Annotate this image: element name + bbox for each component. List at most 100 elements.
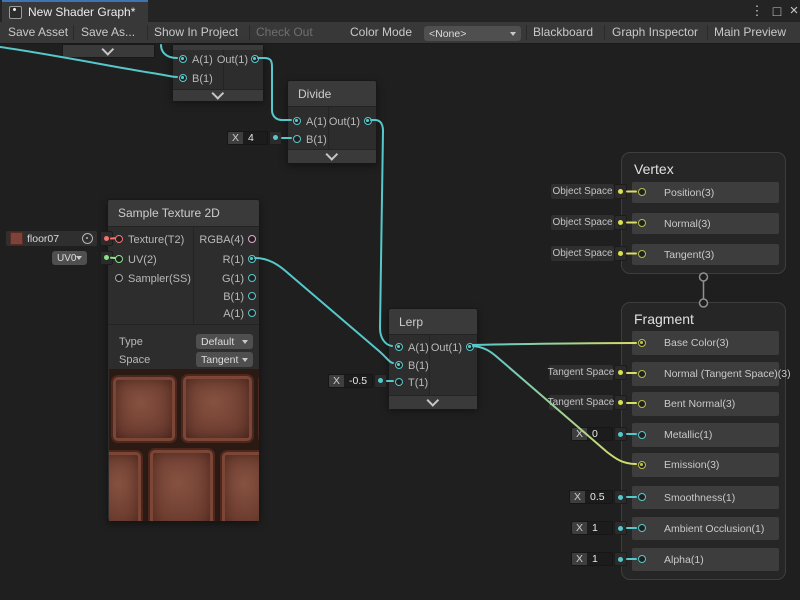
- save-asset-button[interactable]: Save Asset: [8, 22, 68, 43]
- ambient-occlusion-float-field[interactable]: X 1: [571, 521, 613, 535]
- field-value[interactable]: 4: [243, 132, 267, 144]
- port-smoothness[interactable]: [638, 493, 646, 501]
- connector-dot: [618, 400, 623, 405]
- field-value[interactable]: 1: [587, 522, 612, 534]
- fragment-row-metallic[interactable]: Metallic(1): [632, 423, 779, 447]
- metallic-float-field[interactable]: X 0: [571, 427, 613, 441]
- uv-channel-dropdown[interactable]: UV0: [52, 251, 87, 265]
- port-add-a[interactable]: [179, 55, 187, 63]
- type-dropdown[interactable]: Default: [196, 334, 253, 349]
- connector-dot: [378, 378, 383, 383]
- graph-inspector-button[interactable]: Graph Inspector: [612, 22, 698, 43]
- shader-graph-icon: [9, 6, 22, 19]
- main-preview-button[interactable]: Main Preview: [714, 22, 786, 43]
- port-position[interactable]: [638, 188, 646, 196]
- port-tangent[interactable]: [638, 250, 646, 258]
- port-metallic[interactable]: [638, 431, 646, 439]
- divide-node[interactable]: Divide A(1) B(1) Out(1): [287, 80, 377, 163]
- texture-tile: [111, 375, 177, 443]
- offscreen-node-collapse-bar[interactable]: [62, 44, 155, 58]
- field-x-label: X: [329, 375, 344, 387]
- block-port-label: Position(3): [664, 187, 714, 199]
- add-node-title-remnant: [173, 45, 263, 50]
- fragment-row-ambient-occlusion[interactable]: Ambient Occlusion(1): [632, 517, 779, 540]
- vertex-row-tangent[interactable]: Tangent(3): [632, 244, 779, 265]
- port-add-out[interactable]: [251, 55, 259, 63]
- port-texture-input[interactable]: [115, 235, 123, 243]
- texture-asset-field[interactable]: floor07: [6, 231, 97, 246]
- port-lerp-b[interactable]: [395, 361, 403, 369]
- space-pill: Tangent Space: [549, 395, 613, 410]
- chevron-down-icon: [426, 394, 439, 407]
- port-b-output[interactable]: [248, 292, 256, 300]
- port-ambient-occlusion[interactable]: [638, 524, 646, 532]
- fragment-row-base-color[interactable]: Base Color(3): [632, 331, 779, 355]
- lerp-t-float-field[interactable]: X -0.5: [328, 374, 373, 388]
- port-divide-b[interactable]: [293, 135, 301, 143]
- port-uv-input[interactable]: [115, 255, 123, 263]
- maximize-icon[interactable]: □: [769, 0, 785, 22]
- field-value[interactable]: -0.5: [344, 375, 372, 387]
- fragment-row-emission[interactable]: Emission(3): [632, 453, 779, 477]
- alpha-float-field[interactable]: X 1: [571, 552, 613, 566]
- field-value[interactable]: 0.5: [585, 491, 612, 503]
- add-node-collapse-bar[interactable]: [173, 89, 263, 101]
- port-lerp-t[interactable]: [395, 378, 403, 386]
- port-label: RGBA(4): [199, 234, 244, 246]
- color-mode-dropdown[interactable]: <None>: [424, 26, 521, 41]
- port-label: A(1): [192, 54, 213, 66]
- sample-texture-2d-node[interactable]: Sample Texture 2D Texture(T2) UV(2) Samp…: [107, 199, 260, 521]
- divide-b-float-field[interactable]: X 4: [227, 131, 268, 145]
- port-label: B(1): [192, 73, 213, 85]
- fragment-row-alpha[interactable]: Alpha(1): [632, 548, 779, 571]
- field-value[interactable]: 0: [587, 428, 612, 440]
- vertex-block[interactable]: Vertex Position(3) Normal(3) Tangent(3): [621, 152, 786, 274]
- save-as-button[interactable]: Save As...: [81, 22, 135, 43]
- port-rgba-output[interactable]: [248, 235, 256, 243]
- port-divide-a[interactable]: [293, 117, 301, 125]
- blackboard-button[interactable]: Blackboard: [533, 22, 593, 43]
- block-port-label: Metallic(1): [664, 429, 712, 441]
- tab-new-shader-graph[interactable]: New Shader Graph*: [2, 0, 148, 22]
- port-add-b[interactable]: [179, 74, 187, 82]
- port-normal-tangent-space[interactable]: [638, 370, 646, 378]
- port-bent-normal[interactable]: [638, 400, 646, 408]
- port-label: Texture(T2): [128, 234, 184, 246]
- vertex-row-normal[interactable]: Normal(3): [632, 213, 779, 234]
- wire-lerp-out-to-base-color[interactable]: [473, 343, 636, 345]
- add-node[interactable]: A(1) B(1) Out(1): [172, 44, 264, 100]
- port-g-output[interactable]: [248, 274, 256, 282]
- port-sampler-input[interactable]: [115, 274, 123, 282]
- block-port-label: Emission(3): [664, 459, 719, 471]
- fragment-row-bent-normal[interactable]: Bent Normal(3): [632, 392, 779, 416]
- port-label: B(1): [408, 360, 429, 372]
- lerp-node-collapse-bar[interactable]: [389, 395, 477, 409]
- close-icon[interactable]: ×: [787, 0, 800, 22]
- port-lerp-a[interactable]: [395, 343, 403, 351]
- field-x-label: X: [572, 522, 587, 534]
- wire-r-output-to-lerp-b[interactable]: [255, 258, 393, 363]
- vertex-row-position[interactable]: Position(3): [632, 182, 779, 203]
- fragment-row-smoothness[interactable]: Smoothness(1): [632, 486, 779, 509]
- window-menu-icon[interactable]: ⋮: [750, 0, 764, 22]
- object-picker-icon[interactable]: [82, 233, 93, 244]
- port-normal[interactable]: [638, 219, 646, 227]
- fragment-block[interactable]: Fragment Base Color(3) Normal (Tangent S…: [621, 302, 786, 580]
- port-lerp-out[interactable]: [466, 343, 474, 351]
- lerp-node[interactable]: Lerp A(1) B(1) T(1) Out(1): [388, 308, 478, 408]
- space-dropdown[interactable]: Tangent: [196, 352, 253, 367]
- smoothness-float-field[interactable]: X 0.5: [569, 490, 613, 504]
- port-a-output[interactable]: [248, 309, 256, 317]
- show-in-project-button[interactable]: Show In Project: [154, 22, 238, 43]
- port-label: Out(1): [431, 342, 462, 354]
- port-alpha[interactable]: [638, 555, 646, 563]
- port-base-color[interactable]: [638, 339, 646, 347]
- port-divide-out[interactable]: [364, 117, 372, 125]
- divide-node-collapse-bar[interactable]: [288, 149, 376, 163]
- port-emission[interactable]: [638, 461, 646, 469]
- field-value[interactable]: 1: [587, 553, 612, 565]
- fragment-row-normal-ts[interactable]: Normal (Tangent Space)(3): [632, 362, 779, 386]
- texture-tile: [258, 374, 259, 443]
- port-r-output[interactable]: [248, 255, 256, 263]
- connector-dot: [618, 189, 623, 194]
